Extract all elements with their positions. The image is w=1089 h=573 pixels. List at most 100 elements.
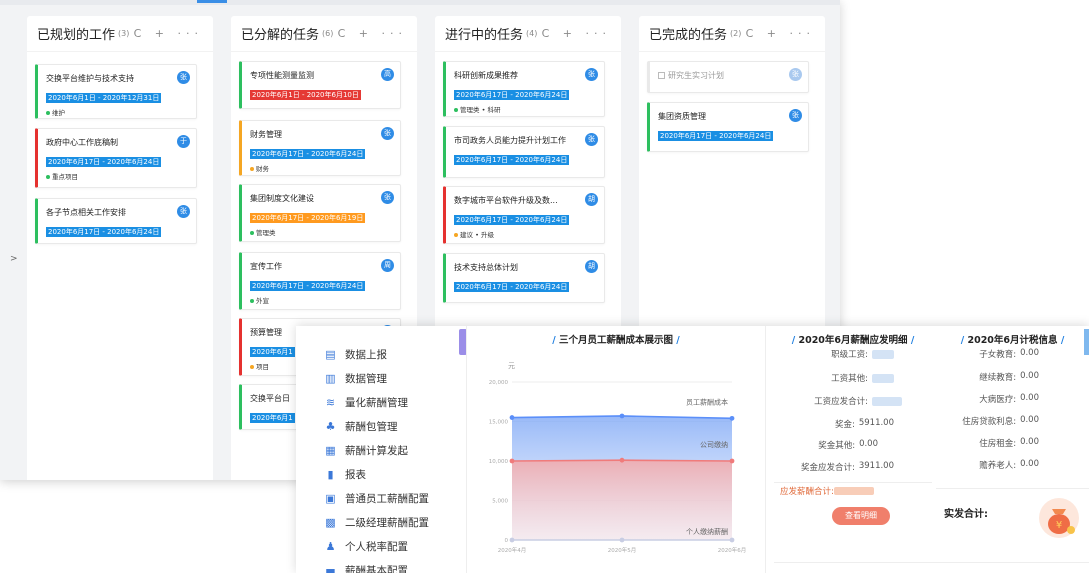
y-tick-label: 20,000 bbox=[489, 380, 509, 386]
task-card[interactable]: 集团制度文化建设 2020年6月17日 - 2020年6月19日 管理类 张 bbox=[239, 184, 401, 242]
task-card[interactable]: 研究生实习计划 张 bbox=[647, 61, 809, 93]
menu-item-tax-rate[interactable]: ♟ 个人税率配置 bbox=[324, 535, 408, 557]
task-title: 宣传工作 bbox=[250, 262, 282, 271]
assignee-avatar[interactable]: 胡 bbox=[585, 193, 598, 206]
column-header: 已分解的任务 (6) C + ··· bbox=[231, 16, 417, 52]
database-icon: ▥ bbox=[325, 371, 336, 385]
assignee-avatar[interactable]: 张 bbox=[381, 127, 394, 140]
assignee-avatar[interactable]: 张 bbox=[177, 71, 190, 84]
column-planned: 已规划的工作 (3) C + ··· 交换平台维护与技术支持 2020年6月1日… bbox=[27, 16, 213, 480]
menu-item-label: 薪酬计算发起 bbox=[345, 444, 408, 457]
y-tick-label: 10,000 bbox=[489, 459, 509, 465]
menu-item-data-report[interactable]: ▤ 数据上报 bbox=[324, 343, 387, 365]
tax-row: 住房贷款利息: 0.00 bbox=[962, 415, 1039, 427]
task-tag: 外宣 bbox=[250, 295, 394, 305]
assignee-avatar[interactable]: 张 bbox=[381, 191, 394, 204]
task-card[interactable]: 市司政务人员能力提升计划工作 2020年6月17日 - 2020年6月24日 张 bbox=[443, 126, 605, 178]
assignee-avatar[interactable]: 高 bbox=[381, 68, 394, 81]
column-actions[interactable]: C + ··· bbox=[746, 27, 815, 40]
menu-item-data-management[interactable]: ▥ 数据管理 bbox=[324, 367, 387, 389]
column-actions[interactable]: C + ··· bbox=[134, 27, 203, 40]
data-point bbox=[509, 458, 515, 464]
sidebar-expand-icon[interactable]: > bbox=[10, 254, 18, 264]
column-actions[interactable]: C + ··· bbox=[338, 27, 407, 40]
task-tag: 管理类 bbox=[250, 227, 394, 237]
menu-item-label: 薪酬包管理 bbox=[345, 420, 398, 433]
data-point bbox=[729, 415, 735, 421]
salary-row: 奖金应发合计: 3911.00 bbox=[800, 461, 894, 473]
task-date-range: 2020年6月17日 - 2020年6月19日 bbox=[250, 213, 366, 223]
tax-row: 住房租金: 0.00 bbox=[979, 437, 1039, 449]
task-card[interactable]: 专项性能测量监测 2020年6月1日 - 2020年6月10日 高 bbox=[239, 61, 401, 109]
task-title: 各子节点相关工作安排 bbox=[46, 208, 126, 217]
task-tag: 维护 bbox=[46, 107, 190, 117]
assignee-avatar[interactable]: 张 bbox=[585, 68, 598, 81]
tax-row: 继续教育: 0.00 bbox=[979, 371, 1039, 383]
actual-total-block: 实发合计: ¥ bbox=[936, 488, 1089, 548]
task-date-range: 2020年6月1 bbox=[250, 413, 295, 423]
cost-line-chart: 元 20,000 15,000 10,000 5,000 0 员工薪酬成本公司缴纳个人缴纳薪… bbox=[489, 362, 747, 554]
report-icon: ▮ bbox=[327, 467, 334, 481]
task-date-range: 2020年6月17日 - 2020年6月24日 bbox=[454, 215, 570, 225]
tax-row: 大病医疗: 0.00 bbox=[979, 393, 1039, 405]
task-tag: 重点项目 bbox=[46, 171, 190, 181]
y-tick-label: 0 bbox=[505, 538, 509, 544]
menu-item-label: 二级经理薪酬配置 bbox=[345, 516, 429, 529]
task-card[interactable]: 交换平台维护与技术支持 2020年6月1日 - 2020年12月31日 维护 张 bbox=[35, 64, 197, 119]
menu-item-base-config[interactable]: ▬ 薪酬基本配置 bbox=[324, 559, 408, 573]
panel-title: / 三个月员工薪酬成本展示图 / bbox=[552, 335, 680, 346]
assignee-avatar[interactable]: 张 bbox=[177, 205, 190, 218]
task-title: 市司政务人员能力提升计划工作 bbox=[454, 136, 566, 145]
assignee-avatar[interactable]: 胡 bbox=[585, 260, 598, 273]
x-tick-label: 2020年4月 bbox=[498, 546, 527, 554]
salary-row: 奖金: 5911.00 bbox=[834, 418, 894, 430]
task-card[interactable]: 集团资质管理 2020年6月17日 - 2020年6月24日 张 bbox=[647, 102, 809, 152]
assignee-avatar[interactable]: 张 bbox=[789, 109, 802, 122]
side-menu: ▤ 数据上报 ▥ 数据管理 ≋ 量化薪酬管理 ♣ 薪酬包管理 ▦ 薪酬计算发起 ▮ 报表 ▣… bbox=[296, 326, 461, 573]
bottom-divider bbox=[774, 562, 1089, 573]
task-card[interactable]: 宣传工作 2020年6月17日 - 2020年6月24日 外宣 周 bbox=[239, 252, 401, 310]
assignee-avatar[interactable]: 于 bbox=[177, 135, 190, 148]
task-card[interactable]: 政府中心工作底稿制 2020年6月17日 - 2020年6月24日 重点项目 于 bbox=[35, 128, 197, 188]
data-point bbox=[729, 537, 735, 543]
menu-item-label: 薪酬基本配置 bbox=[345, 564, 408, 573]
task-card[interactable]: 技术支持总体计划 2020年6月17日 - 2020年6月24日 胡 bbox=[443, 253, 605, 303]
task-card[interactable]: 各子节点相关工作安排 2020年6月17日 - 2020年6月24日 张 bbox=[35, 198, 197, 244]
column-actions[interactable]: C + ··· bbox=[542, 27, 611, 40]
data-point bbox=[509, 537, 515, 543]
net-total-label: 应发薪酬合计: bbox=[780, 487, 834, 497]
panel-accent-bar bbox=[1084, 329, 1089, 355]
series-label: 员工薪酬成本 bbox=[686, 397, 728, 406]
assignee-avatar[interactable]: 周 bbox=[381, 259, 394, 272]
menu-item-employee-config[interactable]: ▣ 普通员工薪酬配置 bbox=[324, 487, 429, 509]
menu-item-label: 个人税率配置 bbox=[345, 540, 408, 553]
series-label: 公司缴纳 bbox=[700, 440, 728, 449]
y-tick-label: 15,000 bbox=[489, 420, 509, 426]
assignee-avatar[interactable]: 张 bbox=[585, 133, 598, 146]
menu-item-salary-package[interactable]: ♣ 薪酬包管理 bbox=[324, 415, 398, 437]
assignee-avatar[interactable]: 张 bbox=[789, 68, 802, 81]
data-point bbox=[619, 537, 625, 543]
task-card[interactable]: 数字城市平台软件升级及数... 2020年6月17日 - 2020年6月24日 … bbox=[443, 186, 605, 244]
task-card[interactable]: 科研创新成果推荐 2020年6月17日 - 2020年6月24日 管理类 • 科… bbox=[443, 61, 605, 117]
task-tag: 建议 • 升级 bbox=[454, 229, 598, 239]
package-icon: ♣ bbox=[325, 419, 336, 433]
task-title: 集团制度文化建设 bbox=[250, 194, 314, 203]
menu-item-manager-config[interactable]: ▩ 二级经理薪酬配置 bbox=[324, 511, 429, 533]
column-title: 已规划的工作 bbox=[37, 28, 116, 43]
view-details-button[interactable]: 查看明细 bbox=[832, 507, 890, 525]
task-tag: 财务 bbox=[250, 163, 394, 173]
data-point bbox=[619, 457, 625, 463]
menu-item-salary-calculation[interactable]: ▦ 薪酬计算发起 bbox=[324, 439, 408, 461]
manager-config-icon: ▩ bbox=[325, 515, 336, 529]
tax-info-panel: / 2020年6月计税信息 / 子女教育: 0.00 继续教育: 0.00 大病医疗… bbox=[936, 326, 1089, 573]
task-card[interactable]: 财务管理 2020年6月17日 - 2020年6月24日 财务 张 bbox=[239, 120, 401, 176]
task-title: 集团资质管理 bbox=[658, 112, 706, 121]
task-title: 交换平台维护与技术支持 bbox=[46, 74, 134, 83]
net-total-value bbox=[834, 487, 874, 495]
menu-item-report[interactable]: ▮ 报表 bbox=[324, 463, 366, 485]
menu-item-label: 普通员工薪酬配置 bbox=[345, 492, 429, 505]
menu-item-quantified-salary[interactable]: ≋ 量化薪酬管理 bbox=[324, 391, 408, 413]
done-checkbox[interactable] bbox=[658, 72, 665, 79]
column-count: (2) bbox=[730, 29, 742, 38]
